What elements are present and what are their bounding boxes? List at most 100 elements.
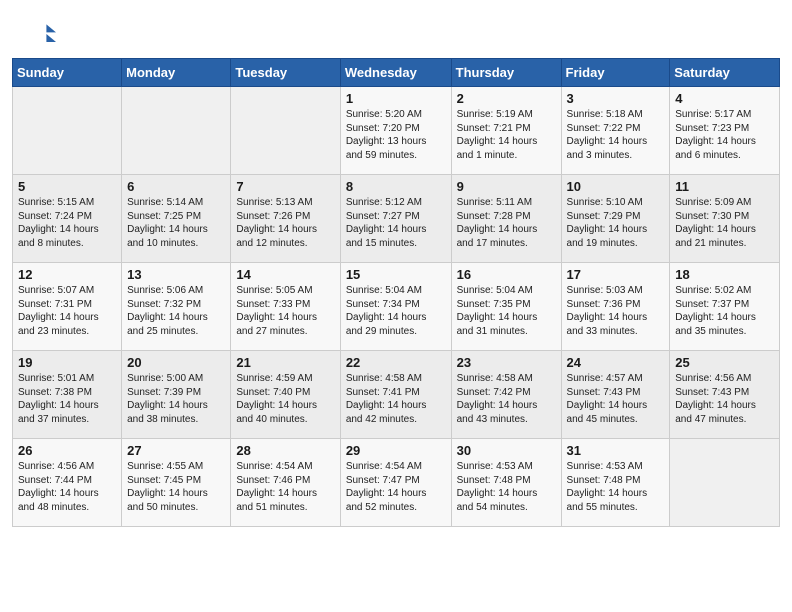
calendar-cell: 17 Sunrise: 5:03 AMSunset: 7:36 PMDaylig… [561, 263, 670, 351]
calendar-cell: 30 Sunrise: 4:53 AMSunset: 7:48 PMDaylig… [451, 439, 561, 527]
cell-details: Sunrise: 5:19 AMSunset: 7:21 PMDaylight:… [457, 109, 538, 161]
logo-icon [24, 18, 56, 50]
weekday-header-saturday: Saturday [670, 59, 780, 87]
cell-details: Sunrise: 5:13 AMSunset: 7:26 PMDaylight:… [236, 197, 317, 249]
calendar-cell: 3 Sunrise: 5:18 AMSunset: 7:22 PMDayligh… [561, 87, 670, 175]
calendar-cell: 16 Sunrise: 5:04 AMSunset: 7:35 PMDaylig… [451, 263, 561, 351]
cell-details: Sunrise: 4:54 AMSunset: 7:46 PMDaylight:… [236, 461, 317, 513]
cell-details: Sunrise: 5:04 AMSunset: 7:34 PMDaylight:… [346, 285, 427, 337]
cell-details: Sunrise: 4:57 AMSunset: 7:43 PMDaylight:… [567, 373, 648, 425]
cell-details: Sunrise: 5:20 AMSunset: 7:20 PMDaylight:… [346, 109, 427, 161]
day-number: 1 [346, 91, 446, 106]
calendar-cell: 22 Sunrise: 4:58 AMSunset: 7:41 PMDaylig… [340, 351, 451, 439]
day-number: 24 [567, 355, 665, 370]
cell-details: Sunrise: 5:05 AMSunset: 7:33 PMDaylight:… [236, 285, 317, 337]
day-number: 22 [346, 355, 446, 370]
day-number: 16 [457, 267, 556, 282]
calendar-cell [122, 87, 231, 175]
calendar-week-1: 1 Sunrise: 5:20 AMSunset: 7:20 PMDayligh… [13, 87, 780, 175]
cell-details: Sunrise: 4:58 AMSunset: 7:41 PMDaylight:… [346, 373, 427, 425]
cell-details: Sunrise: 5:00 AMSunset: 7:39 PMDaylight:… [127, 373, 208, 425]
day-number: 10 [567, 179, 665, 194]
day-number: 31 [567, 443, 665, 458]
calendar-week-3: 12 Sunrise: 5:07 AMSunset: 7:31 PMDaylig… [13, 263, 780, 351]
day-number: 29 [346, 443, 446, 458]
cell-details: Sunrise: 5:15 AMSunset: 7:24 PMDaylight:… [18, 197, 99, 249]
day-number: 28 [236, 443, 334, 458]
calendar-cell: 26 Sunrise: 4:56 AMSunset: 7:44 PMDaylig… [13, 439, 122, 527]
calendar-cell [670, 439, 780, 527]
day-number: 19 [18, 355, 116, 370]
day-number: 17 [567, 267, 665, 282]
day-number: 21 [236, 355, 334, 370]
cell-details: Sunrise: 5:02 AMSunset: 7:37 PMDaylight:… [675, 285, 756, 337]
calendar-table: SundayMondayTuesdayWednesdayThursdayFrid… [12, 58, 780, 527]
day-number: 11 [675, 179, 774, 194]
day-number: 14 [236, 267, 334, 282]
cell-details: Sunrise: 4:53 AMSunset: 7:48 PMDaylight:… [567, 461, 648, 513]
cell-details: Sunrise: 5:17 AMSunset: 7:23 PMDaylight:… [675, 109, 756, 161]
calendar-cell: 25 Sunrise: 4:56 AMSunset: 7:43 PMDaylig… [670, 351, 780, 439]
day-number: 3 [567, 91, 665, 106]
day-number: 9 [457, 179, 556, 194]
day-number: 5 [18, 179, 116, 194]
cell-details: Sunrise: 5:10 AMSunset: 7:29 PMDaylight:… [567, 197, 648, 249]
cell-details: Sunrise: 5:09 AMSunset: 7:30 PMDaylight:… [675, 197, 756, 249]
calendar-cell: 21 Sunrise: 4:59 AMSunset: 7:40 PMDaylig… [231, 351, 340, 439]
calendar-cell: 4 Sunrise: 5:17 AMSunset: 7:23 PMDayligh… [670, 87, 780, 175]
calendar-week-2: 5 Sunrise: 5:15 AMSunset: 7:24 PMDayligh… [13, 175, 780, 263]
calendar-body: 1 Sunrise: 5:20 AMSunset: 7:20 PMDayligh… [13, 87, 780, 527]
day-number: 15 [346, 267, 446, 282]
calendar-container: SundayMondayTuesdayWednesdayThursdayFrid… [0, 58, 792, 539]
calendar-cell: 31 Sunrise: 4:53 AMSunset: 7:48 PMDaylig… [561, 439, 670, 527]
calendar-cell: 9 Sunrise: 5:11 AMSunset: 7:28 PMDayligh… [451, 175, 561, 263]
cell-details: Sunrise: 4:53 AMSunset: 7:48 PMDaylight:… [457, 461, 538, 513]
calendar-cell: 29 Sunrise: 4:54 AMSunset: 7:47 PMDaylig… [340, 439, 451, 527]
cell-details: Sunrise: 4:55 AMSunset: 7:45 PMDaylight:… [127, 461, 208, 513]
day-number: 20 [127, 355, 225, 370]
calendar-cell: 14 Sunrise: 5:05 AMSunset: 7:33 PMDaylig… [231, 263, 340, 351]
day-number: 6 [127, 179, 225, 194]
day-number: 25 [675, 355, 774, 370]
day-number: 7 [236, 179, 334, 194]
calendar-cell: 18 Sunrise: 5:02 AMSunset: 7:37 PMDaylig… [670, 263, 780, 351]
cell-details: Sunrise: 4:56 AMSunset: 7:43 PMDaylight:… [675, 373, 756, 425]
weekday-header-friday: Friday [561, 59, 670, 87]
cell-details: Sunrise: 5:11 AMSunset: 7:28 PMDaylight:… [457, 197, 538, 249]
calendar-cell [231, 87, 340, 175]
calendar-cell: 5 Sunrise: 5:15 AMSunset: 7:24 PMDayligh… [13, 175, 122, 263]
cell-details: Sunrise: 5:18 AMSunset: 7:22 PMDaylight:… [567, 109, 648, 161]
day-number: 4 [675, 91, 774, 106]
day-number: 2 [457, 91, 556, 106]
logo [24, 18, 60, 50]
cell-details: Sunrise: 5:04 AMSunset: 7:35 PMDaylight:… [457, 285, 538, 337]
day-number: 27 [127, 443, 225, 458]
cell-details: Sunrise: 4:54 AMSunset: 7:47 PMDaylight:… [346, 461, 427, 513]
cell-details: Sunrise: 4:58 AMSunset: 7:42 PMDaylight:… [457, 373, 538, 425]
calendar-cell: 6 Sunrise: 5:14 AMSunset: 7:25 PMDayligh… [122, 175, 231, 263]
calendar-cell: 8 Sunrise: 5:12 AMSunset: 7:27 PMDayligh… [340, 175, 451, 263]
day-number: 30 [457, 443, 556, 458]
weekday-header-wednesday: Wednesday [340, 59, 451, 87]
cell-details: Sunrise: 5:14 AMSunset: 7:25 PMDaylight:… [127, 197, 208, 249]
calendar-cell: 24 Sunrise: 4:57 AMSunset: 7:43 PMDaylig… [561, 351, 670, 439]
calendar-cell: 15 Sunrise: 5:04 AMSunset: 7:34 PMDaylig… [340, 263, 451, 351]
calendar-cell: 13 Sunrise: 5:06 AMSunset: 7:32 PMDaylig… [122, 263, 231, 351]
cell-details: Sunrise: 5:03 AMSunset: 7:36 PMDaylight:… [567, 285, 648, 337]
day-number: 12 [18, 267, 116, 282]
calendar-cell: 20 Sunrise: 5:00 AMSunset: 7:39 PMDaylig… [122, 351, 231, 439]
weekday-header-monday: Monday [122, 59, 231, 87]
day-number: 8 [346, 179, 446, 194]
cell-details: Sunrise: 5:06 AMSunset: 7:32 PMDaylight:… [127, 285, 208, 337]
calendar-header: SundayMondayTuesdayWednesdayThursdayFrid… [13, 59, 780, 87]
day-number: 13 [127, 267, 225, 282]
calendar-cell: 2 Sunrise: 5:19 AMSunset: 7:21 PMDayligh… [451, 87, 561, 175]
calendar-cell: 12 Sunrise: 5:07 AMSunset: 7:31 PMDaylig… [13, 263, 122, 351]
day-number: 26 [18, 443, 116, 458]
calendar-cell: 23 Sunrise: 4:58 AMSunset: 7:42 PMDaylig… [451, 351, 561, 439]
cell-details: Sunrise: 5:07 AMSunset: 7:31 PMDaylight:… [18, 285, 99, 337]
calendar-cell: 19 Sunrise: 5:01 AMSunset: 7:38 PMDaylig… [13, 351, 122, 439]
cell-details: Sunrise: 4:59 AMSunset: 7:40 PMDaylight:… [236, 373, 317, 425]
page-header [0, 0, 792, 58]
weekday-header-thursday: Thursday [451, 59, 561, 87]
